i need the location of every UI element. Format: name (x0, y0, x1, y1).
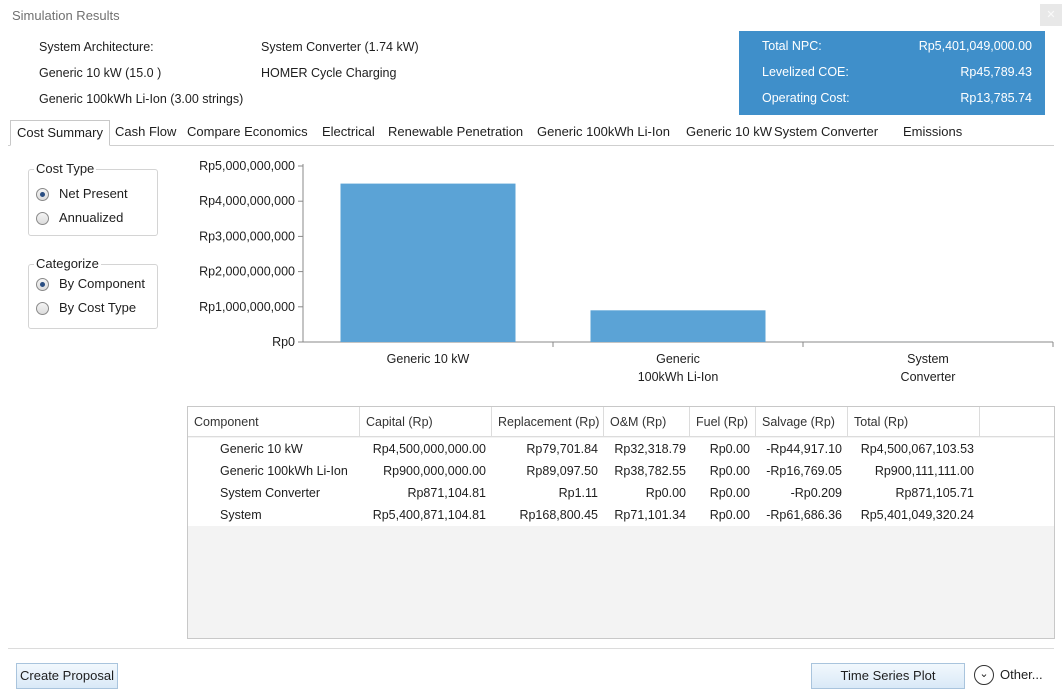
table-body: Generic 10 kW Rp4,500,000,000.00 Rp79,701.… (188, 438, 1054, 526)
tab-generic-100kwh-li-ion[interactable]: Generic 100kWh Li-Ion (531, 120, 676, 146)
y-tick-label: Rp4,000,000,000 (199, 194, 295, 208)
other-label: Other... (1000, 664, 1043, 686)
cost-type-title: Cost Type (34, 161, 96, 176)
cost-type-group: Cost Type Net Present Annualized (28, 169, 158, 236)
y-tick-label: Rp0 (272, 335, 295, 349)
table-cell: Rp5,400,871,104.81 (360, 508, 486, 522)
table-cell: Rp38,782.55 (604, 464, 686, 478)
lcoe-value: Rp45,789.43 (960, 65, 1032, 79)
table-row[interactable]: Generic 10 kW Rp4,500,000,000.00 Rp79,701.… (188, 439, 1054, 461)
radio-button-selected[interactable] (36, 278, 49, 291)
column-header-replacement[interactable]: Replacement (Rp) (492, 407, 604, 437)
table-cell: Rp79,701.84 (492, 442, 598, 456)
create-proposal-button[interactable]: Create Proposal (16, 663, 118, 689)
y-tick-label: Rp1,000,000,000 (199, 300, 295, 314)
table-cell: -Rp16,769.05 (756, 464, 842, 478)
operating-cost-label: Operating Cost: (762, 91, 850, 105)
window-title: Simulation Results (12, 8, 120, 23)
table-cell: Rp168,800.45 (492, 508, 598, 522)
table-cell: -Rp0.209 (756, 486, 842, 500)
tab-electrical[interactable]: Electrical (316, 120, 381, 146)
cost-bar-chart: Rp0 Rp1,000,000,000 Rp2,000,000,000 Rp3,000… (170, 152, 1060, 392)
table-cell: Rp71,101.34 (604, 508, 686, 522)
x-tick-label: Converter (901, 370, 956, 384)
system-architecture-label: System Architecture: (39, 40, 154, 54)
cost-summary-box: Total NPC: Rp5,401,049,000.00 Levelized … (739, 31, 1045, 115)
radio-button[interactable] (36, 302, 49, 315)
arch-item-generator: Generic 10 kW (15.0 ) (39, 66, 161, 80)
lcoe-label: Levelized COE: (762, 65, 849, 79)
column-header-fuel[interactable]: Fuel (Rp) (690, 407, 756, 437)
table-cell: Rp900,000,000.00 (360, 464, 486, 478)
operating-cost-value: Rp13,785.74 (960, 91, 1032, 105)
x-tick-label: Generic 10 kW (387, 352, 470, 366)
radio-button-selected[interactable] (36, 188, 49, 201)
cost-table: Component Capital (Rp) Replacement (Rp) … (187, 406, 1055, 639)
table-cell: Rp0.00 (690, 442, 750, 456)
table-cell: Rp4,500,000,000.00 (360, 442, 486, 456)
x-tick-label: 100kWh Li-Ion (638, 370, 719, 384)
table-row[interactable]: System Rp5,400,871,104.81 Rp168,800.45 Rp71… (188, 505, 1054, 527)
table-cell: Rp0.00 (690, 486, 750, 500)
tab-emissions[interactable]: Emissions (897, 120, 968, 146)
table-cell: System (220, 508, 262, 522)
bar (591, 310, 766, 342)
tab-compare-economics[interactable]: Compare Economics (181, 120, 314, 146)
table-header: Component Capital (Rp) Replacement (Rp) … (188, 407, 1054, 437)
tab-system-converter[interactable]: System Converter (768, 120, 884, 146)
total-npc-value: Rp5,401,049,000.00 (919, 39, 1032, 53)
total-npc-label: Total NPC: (762, 39, 822, 53)
table-cell: Rp0.00 (690, 508, 750, 522)
column-header-total[interactable]: Total (Rp) (848, 407, 980, 437)
x-tick-label: Generic (656, 352, 700, 366)
column-header-om[interactable]: O&M (Rp) (604, 407, 690, 437)
table-row[interactable]: Generic 100kWh Li-Ion Rp900,000,000.00 Rp8… (188, 461, 1054, 483)
tab-generic-10kw[interactable]: Generic 10 kW (680, 120, 778, 146)
close-icon[interactable]: ✕ (1040, 4, 1062, 26)
categorize-group: Categorize By Component By Cost Type (28, 264, 158, 329)
table-cell: Rp4,500,067,103.53 (848, 442, 974, 456)
table-cell: -Rp61,686.36 (756, 508, 842, 522)
tab-cost-summary[interactable]: Cost Summary (10, 120, 110, 146)
table-cell: Rp1.11 (492, 486, 598, 500)
table-row[interactable]: System Converter Rp871,104.81 Rp1.11 Rp0.00… (188, 483, 1054, 505)
x-tick-label: System (907, 352, 949, 366)
time-series-plot-button[interactable]: Time Series Plot (811, 663, 965, 689)
categorize-title: Categorize (34, 256, 101, 271)
table-cell: Rp89,097.50 (492, 464, 598, 478)
bar (341, 184, 516, 342)
table-cell: Rp0.00 (604, 486, 686, 500)
table-cell: Rp0.00 (690, 464, 750, 478)
radio-button[interactable] (36, 212, 49, 225)
radio-label: By Cost Type (59, 300, 136, 315)
column-header-component[interactable]: Component (188, 407, 360, 437)
column-header-capital[interactable]: Capital (Rp) (360, 407, 492, 437)
title-bar: Simulation Results ✕ (0, 0, 1062, 32)
table-cell: Rp871,105.71 (848, 486, 974, 500)
tab-cash-flow[interactable]: Cash Flow (109, 120, 182, 146)
radio-label: By Component (59, 276, 145, 291)
table-cell: Rp900,111,111.00 (848, 464, 974, 478)
table-cell: -Rp44,917.10 (756, 442, 842, 456)
arch-item-converter: System Converter (1.74 kW) (261, 40, 419, 54)
y-tick-label: Rp3,000,000,000 (199, 229, 295, 243)
table-cell: Generic 10 kW (220, 442, 303, 456)
arch-item-dispatch: HOMER Cycle Charging (261, 66, 396, 80)
y-tick-label: Rp5,000,000,000 (199, 159, 295, 173)
arch-item-battery: Generic 100kWh Li-Ion (3.00 strings) (39, 92, 243, 106)
table-cell: Generic 100kWh Li-Ion (220, 464, 348, 478)
table-cell: System Converter (220, 486, 320, 500)
radio-label: Net Present (59, 186, 128, 201)
table-cell: Rp32,318.79 (604, 442, 686, 456)
table-cell: Rp871,104.81 (360, 486, 486, 500)
table-cell: Rp5,401,049,320.24 (848, 508, 974, 522)
divider (8, 648, 1054, 649)
radio-label: Annualized (59, 210, 123, 225)
chevron-down-circle-icon[interactable]: ⌄ (974, 665, 994, 685)
column-header-salvage[interactable]: Salvage (Rp) (756, 407, 848, 437)
tab-renewable-penetration[interactable]: Renewable Penetration (382, 120, 529, 146)
y-tick-label: Rp2,000,000,000 (199, 265, 295, 279)
results-tabs: Cost Summary Cash Flow Compare Economics… (8, 118, 1054, 146)
